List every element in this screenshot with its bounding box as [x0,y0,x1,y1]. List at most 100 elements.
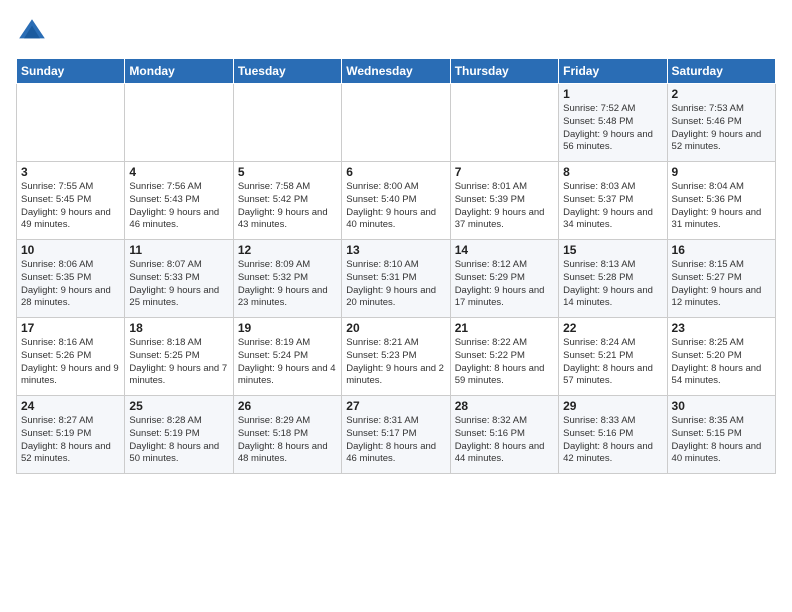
calendar-cell: 30 Sunrise: 8:35 AM Sunset: 5:15 PM Dayli… [667,396,775,474]
day-number: 14 [455,243,554,257]
day-number: 18 [129,321,228,335]
day-number: 24 [21,399,120,413]
day-info: Sunrise: 8:07 AM Sunset: 5:33 PM Dayligh… [129,259,219,308]
day-info: Sunrise: 8:22 AM Sunset: 5:22 PM Dayligh… [455,337,545,386]
day-number: 20 [346,321,445,335]
calendar-week-row: 17Sunrise: 8:16 AM Sunset: 5:26 PM Dayli… [17,318,776,396]
day-number: 13 [346,243,445,257]
header [16,16,776,48]
calendar-cell: 27 Sunrise: 8:31 AM Sunset: 5:17 PM Dayli… [342,396,450,474]
day-info: Sunrise: 8:06 AM Sunset: 5:35 PM Dayligh… [21,259,111,308]
calendar-cell: 5 Sunrise: 7:58 AM Sunset: 5:42 PM Daylig… [233,162,341,240]
calendar-cell: 23 Sunrise: 8:25 AM Sunset: 5:20 PM Dayli… [667,318,775,396]
day-number: 5 [238,165,337,179]
day-info: Sunrise: 8:03 AM Sunset: 5:37 PM Dayligh… [563,181,653,230]
day-number: 28 [455,399,554,413]
calendar-cell: 25Sunrise: 8:28 AM Sunset: 5:19 PM Dayli… [125,396,233,474]
calendar-cell: 2 Sunrise: 7:53 AM Sunset: 5:46 PM Daylig… [667,84,775,162]
day-info: Sunrise: 8:18 AM Sunset: 5:25 PM Dayligh… [129,337,227,386]
header-day-thursday: Thursday [450,59,558,84]
day-number: 7 [455,165,554,179]
day-number: 10 [21,243,120,257]
calendar-table: SundayMondayTuesdayWednesdayThursdayFrid… [16,58,776,474]
header-day-wednesday: Wednesday [342,59,450,84]
page-container: SundayMondayTuesdayWednesdayThursdayFrid… [0,0,792,484]
day-number: 19 [238,321,337,335]
day-info: Sunrise: 8:25 AM Sunset: 5:20 PM Dayligh… [672,337,762,386]
day-number: 1 [563,87,662,101]
calendar-cell: 7 Sunrise: 8:01 AM Sunset: 5:39 PM Daylig… [450,162,558,240]
calendar-cell: 8Sunrise: 8:03 AM Sunset: 5:37 PM Daylig… [559,162,667,240]
day-number: 25 [129,399,228,413]
calendar-cell: 1 Sunrise: 7:52 AM Sunset: 5:48 PM Daylig… [559,84,667,162]
calendar-cell [450,84,558,162]
day-number: 30 [672,399,771,413]
calendar-cell: 14 Sunrise: 8:12 AM Sunset: 5:29 PM Dayli… [450,240,558,318]
header-day-friday: Friday [559,59,667,84]
calendar-cell: 18 Sunrise: 8:18 AM Sunset: 5:25 PM Dayli… [125,318,233,396]
day-info: Sunrise: 8:19 AM Sunset: 5:24 PM Dayligh… [238,337,336,386]
logo-icon [16,16,48,48]
day-info: Sunrise: 8:29 AM Sunset: 5:18 PM Dayligh… [238,415,328,464]
calendar-cell: 26Sunrise: 8:29 AM Sunset: 5:18 PM Dayli… [233,396,341,474]
day-number: 11 [129,243,228,257]
day-number: 16 [672,243,771,257]
calendar-cell [17,84,125,162]
header-day-saturday: Saturday [667,59,775,84]
calendar-cell: 21 Sunrise: 8:22 AM Sunset: 5:22 PM Dayli… [450,318,558,396]
calendar-cell: 9 Sunrise: 8:04 AM Sunset: 5:36 PM Daylig… [667,162,775,240]
day-info: Sunrise: 8:15 AM Sunset: 5:27 PM Dayligh… [672,259,762,308]
day-info: Sunrise: 8:01 AM Sunset: 5:39 PM Dayligh… [455,181,545,230]
day-number: 15 [563,243,662,257]
day-info: Sunrise: 8:35 AM Sunset: 5:15 PM Dayligh… [672,415,762,464]
calendar-cell: 19 Sunrise: 8:19 AM Sunset: 5:24 PM Dayli… [233,318,341,396]
header-day-tuesday: Tuesday [233,59,341,84]
day-info: Sunrise: 8:00 AM Sunset: 5:40 PM Dayligh… [346,181,436,230]
calendar-week-row: 24Sunrise: 8:27 AM Sunset: 5:19 PM Dayli… [17,396,776,474]
header-day-monday: Monday [125,59,233,84]
calendar-cell: 3Sunrise: 7:55 AM Sunset: 5:45 PM Daylig… [17,162,125,240]
day-number: 2 [672,87,771,101]
day-number: 22 [563,321,662,335]
calendar-week-row: 10 Sunrise: 8:06 AM Sunset: 5:35 PM Dayli… [17,240,776,318]
day-info: Sunrise: 8:12 AM Sunset: 5:29 PM Dayligh… [455,259,545,308]
day-number: 27 [346,399,445,413]
calendar-week-row: 3Sunrise: 7:55 AM Sunset: 5:45 PM Daylig… [17,162,776,240]
day-number: 12 [238,243,337,257]
day-number: 29 [563,399,662,413]
day-number: 23 [672,321,771,335]
calendar-cell [125,84,233,162]
day-info: Sunrise: 8:31 AM Sunset: 5:17 PM Dayligh… [346,415,436,464]
calendar-cell: 16 Sunrise: 8:15 AM Sunset: 5:27 PM Dayli… [667,240,775,318]
day-info: Sunrise: 8:13 AM Sunset: 5:28 PM Dayligh… [563,259,653,308]
calendar-week-row: 1 Sunrise: 7:52 AM Sunset: 5:48 PM Daylig… [17,84,776,162]
calendar-cell: 22Sunrise: 8:24 AM Sunset: 5:21 PM Dayli… [559,318,667,396]
calendar-cell: 13Sunrise: 8:10 AM Sunset: 5:31 PM Dayli… [342,240,450,318]
calendar-cell: 28 Sunrise: 8:32 AM Sunset: 5:16 PM Dayli… [450,396,558,474]
header-day-sunday: Sunday [17,59,125,84]
calendar-cell: 17Sunrise: 8:16 AM Sunset: 5:26 PM Dayli… [17,318,125,396]
day-info: Sunrise: 8:21 AM Sunset: 5:23 PM Dayligh… [346,337,444,386]
calendar-cell [342,84,450,162]
calendar-cell [233,84,341,162]
day-info: Sunrise: 8:32 AM Sunset: 5:16 PM Dayligh… [455,415,545,464]
calendar-cell: 24Sunrise: 8:27 AM Sunset: 5:19 PM Dayli… [17,396,125,474]
day-number: 9 [672,165,771,179]
calendar-header-row: SundayMondayTuesdayWednesdayThursdayFrid… [17,59,776,84]
day-info: Sunrise: 8:09 AM Sunset: 5:32 PM Dayligh… [238,259,328,308]
day-info: Sunrise: 7:58 AM Sunset: 5:42 PM Dayligh… [238,181,328,230]
day-info: Sunrise: 8:04 AM Sunset: 5:36 PM Dayligh… [672,181,762,230]
day-number: 21 [455,321,554,335]
calendar-cell: 20 Sunrise: 8:21 AM Sunset: 5:23 PM Dayli… [342,318,450,396]
day-info: Sunrise: 7:53 AM Sunset: 5:46 PM Dayligh… [672,103,762,152]
day-info: Sunrise: 7:56 AM Sunset: 5:43 PM Dayligh… [129,181,219,230]
day-number: 4 [129,165,228,179]
calendar-cell: 29 Sunrise: 8:33 AM Sunset: 5:16 PM Dayli… [559,396,667,474]
calendar-cell: 11 Sunrise: 8:07 AM Sunset: 5:33 PM Dayli… [125,240,233,318]
calendar-cell: 6Sunrise: 8:00 AM Sunset: 5:40 PM Daylig… [342,162,450,240]
day-info: Sunrise: 8:33 AM Sunset: 5:16 PM Dayligh… [563,415,653,464]
calendar-cell: 4 Sunrise: 7:56 AM Sunset: 5:43 PM Daylig… [125,162,233,240]
day-info: Sunrise: 7:52 AM Sunset: 5:48 PM Dayligh… [563,103,653,152]
calendar-cell: 10 Sunrise: 8:06 AM Sunset: 5:35 PM Dayli… [17,240,125,318]
day-info: Sunrise: 7:55 AM Sunset: 5:45 PM Dayligh… [21,181,111,230]
